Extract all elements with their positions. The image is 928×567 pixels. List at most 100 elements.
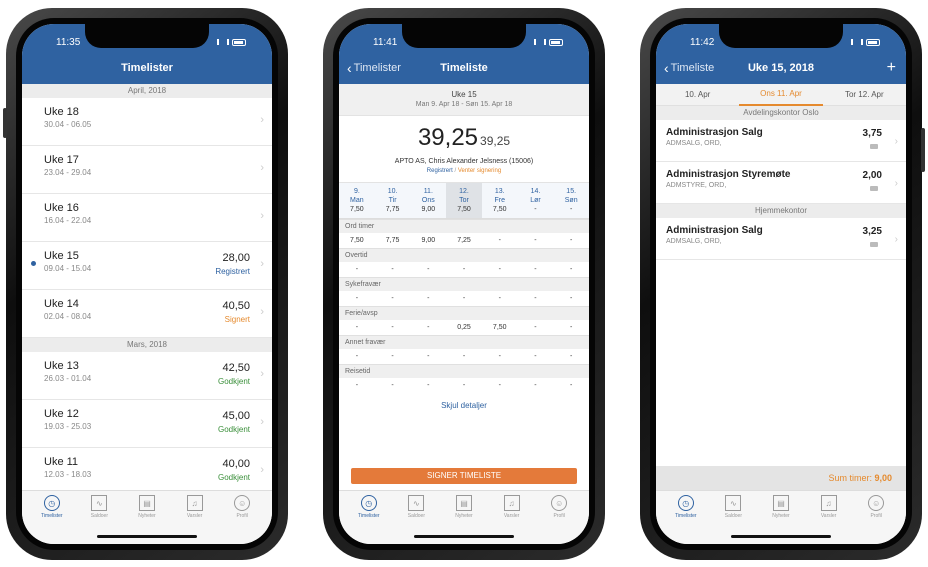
tab-timelister[interactable]: ◷ Timelister	[662, 495, 710, 544]
day-column[interactable]: 11. Ons 9,00	[410, 183, 446, 218]
category-value: -	[498, 237, 501, 245]
day-tab[interactable]: Ons 11. Apr	[739, 84, 823, 106]
day-number: 15.	[566, 188, 577, 195]
profile-icon: ☺	[551, 495, 568, 511]
tab-profil[interactable]: ☺ Profil	[218, 495, 266, 544]
day-number: 13.	[494, 188, 505, 195]
tab-label: Saldoer	[90, 513, 108, 519]
category-values: -------	[339, 291, 589, 306]
week-title: Uke 12	[44, 408, 79, 420]
week-row[interactable]: Uke 11 12.03 - 18.03 40,00 Godkjent ›	[22, 448, 272, 496]
time-entry[interactable]: Administrasjon Salg ADMSALG, ORD, 3,25 ›	[656, 218, 906, 260]
week-row[interactable]: Uke 16 16.04 - 22.04 ›	[22, 194, 272, 242]
sign-timesheet-button[interactable]: SIGNER TIMELISTE	[351, 468, 577, 484]
category-value: -	[570, 353, 573, 361]
news-icon: ▤	[138, 495, 155, 511]
entry-title: Administrasjon Salg	[666, 127, 763, 138]
day-name: Søn	[564, 197, 578, 205]
week-range: 02.04 - 08.04	[44, 312, 92, 321]
tab-label: Nyheter	[455, 513, 473, 519]
battery-icon	[549, 38, 563, 46]
week-row[interactable]: Uke 13 26.03 - 01.04 42,50 Godkjent ›	[22, 352, 272, 400]
profile-icon: ☺	[868, 495, 885, 511]
status-badge: Registrert	[215, 267, 250, 276]
notch	[402, 24, 526, 48]
category-value: -	[570, 382, 573, 390]
day-column[interactable]: 14. Lør -	[518, 183, 554, 218]
status-badge: Signert	[224, 315, 250, 324]
category-value: -	[391, 266, 394, 274]
week-hours: 40,50	[222, 300, 250, 312]
day-column[interactable]: 9. Man 7,50	[339, 183, 375, 218]
category-value: -	[498, 353, 501, 361]
chart-icon: ∿	[408, 495, 425, 511]
back-button[interactable]: ‹ Timeliste	[656, 60, 714, 76]
total-hours-secondary: 39,25	[480, 134, 511, 148]
week-row[interactable]: Uke 15 09.04 - 15.04 28,00 Registrert ›	[22, 242, 272, 290]
day-column[interactable]: 10. Tir 7,75	[375, 183, 411, 218]
category-label: Reisetid	[339, 364, 589, 379]
category-label: Ferie/avsp	[339, 306, 589, 321]
category-value: -	[355, 382, 359, 390]
category-value: -	[427, 266, 430, 274]
category-value: -	[498, 266, 501, 274]
week-hours: 40,00	[222, 458, 250, 470]
news-icon: ▤	[772, 495, 789, 511]
day-name: Man	[350, 197, 364, 205]
month-header: April, 2018	[22, 84, 272, 98]
status-badge: Godkjent	[217, 377, 250, 386]
bezel: 11:42 ‹ Timeliste Uke 15, 2018 + 10. Apr…	[650, 18, 912, 550]
day-number: 11.	[423, 188, 433, 195]
day-tab[interactable]: 10. Apr	[656, 90, 739, 99]
day-column[interactable]: 13. Fre 7,50	[482, 183, 518, 218]
day-column[interactable]: 15. Søn -	[553, 183, 589, 218]
chevron-right-icon: ›	[894, 178, 898, 189]
day-hours: 7,50	[492, 206, 507, 214]
back-label: Timelister	[353, 62, 401, 74]
sum-value: 9,00	[874, 473, 892, 483]
tab-label: Varsler	[503, 513, 520, 519]
location-header: Hjemmekontor	[656, 204, 906, 218]
week-row[interactable]: Uke 12 19.03 - 25.03 45,00 Godkjent ›	[22, 400, 272, 448]
add-entry-button[interactable]: +	[887, 59, 896, 77]
week-row[interactable]: Uke 17 23.04 - 29.04 ›	[22, 146, 272, 194]
hide-details-link[interactable]: Skjul detaljer	[339, 393, 589, 418]
tab-profil[interactable]: ☺ Profil	[852, 495, 900, 544]
day-column[interactable]: 12. Tor 7,50	[446, 183, 482, 219]
day-name: Fre	[494, 197, 505, 205]
week-range: 16.04 - 22.04	[44, 216, 92, 225]
week-row[interactable]: Uke 18 30.04 - 06.05 ›	[22, 98, 272, 146]
day-tab[interactable]: Tor 12. Apr	[823, 90, 906, 99]
back-button[interactable]: ‹ Timelister	[339, 60, 401, 76]
status-badge: Godkjent	[217, 473, 250, 482]
category-value: 0,25	[457, 324, 471, 332]
time-entry[interactable]: Administrasjon Salg ADMSALG, ORD, 3,75 ›	[656, 120, 906, 162]
week-label: Uke 15	[451, 90, 477, 99]
day-number: 10.	[387, 188, 398, 195]
day-hours: 9,00	[421, 206, 436, 214]
week-title: Uke 11	[44, 456, 79, 468]
week-row[interactable]: Uke 14 02.04 - 08.04 40,50 Signert ›	[22, 290, 272, 338]
entry-title: Administrasjon Styremøte	[666, 169, 791, 180]
bell-icon: ♫	[503, 495, 520, 511]
category-values: -------	[339, 349, 589, 364]
chevron-right-icon: ›	[260, 368, 264, 380]
day-hours: 7,50	[457, 206, 471, 214]
tab-profil[interactable]: ☺ Profil	[535, 495, 583, 544]
category-value: -	[355, 353, 359, 361]
category-value: 9,00	[421, 237, 436, 245]
week-title: Uke 14	[44, 298, 79, 310]
screen: 11:41 ‹ Timelister Timeliste Uke 15 Man	[339, 24, 589, 544]
category-value: -	[462, 266, 466, 274]
tab-timelister[interactable]: ◷ Timelister	[345, 495, 393, 544]
time-entry[interactable]: Administrasjon Styremøte ADMSTYRE, ORD, 2,…	[656, 162, 906, 204]
week-title: Uke 16	[44, 202, 79, 214]
page-title: Timelister	[121, 62, 173, 74]
category-value: -	[534, 237, 537, 245]
battery-icon	[866, 38, 880, 46]
tab-timelister[interactable]: ◷ Timelister	[28, 495, 76, 544]
day-number: 9.	[353, 188, 360, 195]
week-title: Uke 18	[44, 106, 79, 118]
day-strip: 10. Apr Ons 11. Apr Tor 12. Apr	[656, 84, 906, 106]
status-icons	[851, 38, 880, 46]
